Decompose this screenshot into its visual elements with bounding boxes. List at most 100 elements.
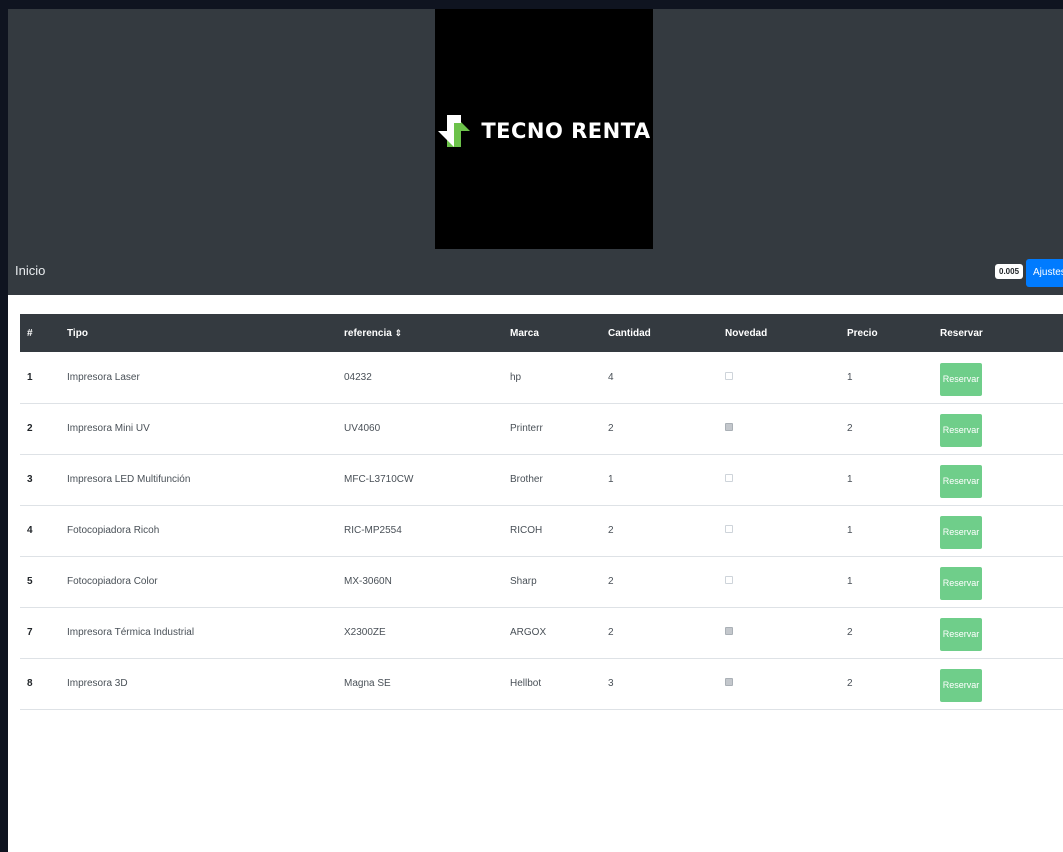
novedad-checkbox	[725, 371, 733, 380]
column-header-reservar: Reservar	[933, 314, 1063, 352]
table-row: 2 Impresora Mini UV UV4060 Printerr 2 2 Reserv…	[20, 403, 1063, 455]
cell-cantidad: 3	[601, 658, 718, 710]
cell-index: 4	[20, 505, 60, 557]
cell-marca: Sharp	[503, 556, 601, 608]
cell-cantidad: 2	[601, 556, 718, 608]
novedad-checkbox	[725, 474, 733, 482]
column-header-tipo: Tipo	[60, 314, 337, 352]
cell-novedad	[718, 556, 840, 608]
cell-tipo: Impresora 3D	[60, 658, 337, 710]
table-row: 7 Impresora Térmica Industrial X2300ZE ARGO…	[20, 607, 1063, 659]
table-row: 8 Impresora 3D Magna SE Hellbot 3 2 Reservar	[20, 658, 1063, 710]
app-frame: TECNO RENTA Inicio 0.005 Ajustes ▾ # Tip…	[8, 9, 1063, 852]
cell-marca: Hellbot	[503, 658, 601, 710]
cell-cantidad: 2	[601, 607, 718, 659]
products-table: # Tipo referencia ⇕ Marca Cantidad Noved…	[20, 314, 1063, 710]
cell-tipo: Fotocopiadora Ricoh	[60, 505, 337, 557]
cell-referencia: RIC-MP2554	[337, 505, 503, 557]
cell-reservar: Reservar	[933, 658, 1063, 710]
column-header-referencia-label: referencia	[344, 327, 392, 339]
reserve-button[interactable]: Reservar	[940, 465, 982, 498]
cell-precio: 1	[840, 352, 933, 404]
cell-tipo: Impresora Mini UV	[60, 403, 337, 455]
reserve-button[interactable]: Reservar	[940, 362, 982, 396]
cell-index: 5	[20, 556, 60, 608]
cell-precio: 2	[840, 403, 933, 455]
cell-reservar: Reservar	[933, 505, 1063, 557]
cell-cantidad: 4	[601, 352, 718, 404]
tecno-renta-arrows-icon	[438, 115, 471, 147]
table-row: 4 Fotocopiadora Ricoh RIC-MP2554 RICOH 2 1 Res…	[20, 505, 1063, 557]
cell-marca: hp	[503, 352, 601, 404]
table-row: 5 Fotocopiadora Color MX-3060N Sharp 2 1 Reser…	[20, 556, 1063, 608]
cell-novedad	[718, 403, 840, 455]
column-header-referencia[interactable]: referencia ⇕	[337, 314, 503, 352]
cell-novedad	[718, 454, 840, 506]
column-header-novedad: Novedad	[718, 314, 840, 352]
cell-tipo: Impresora Laser	[60, 352, 337, 404]
cell-reservar: Reservar	[933, 403, 1063, 455]
table-header-row: # Tipo referencia ⇕ Marca Cantidad Noved…	[20, 314, 1063, 352]
table-row: 1 Impresora Laser 04232 hp 4 1 Reservar	[20, 352, 1063, 404]
settings-dropdown-button[interactable]: Ajustes ▾	[1026, 259, 1063, 287]
cell-index: 2	[20, 403, 60, 455]
sort-icon[interactable]: ⇕	[395, 328, 403, 338]
cell-marca: RICOH	[503, 505, 601, 557]
cell-tipo: Impresora Térmica Industrial	[60, 607, 337, 659]
cell-novedad	[718, 658, 840, 710]
cell-referencia: 04232	[337, 352, 503, 404]
cell-reservar: Reservar	[933, 352, 1063, 404]
cell-reservar: Reservar	[933, 607, 1063, 659]
cell-precio: 1	[840, 454, 933, 506]
cell-referencia: Magna SE	[337, 658, 503, 710]
cell-index: 8	[20, 658, 60, 710]
cell-novedad	[718, 505, 840, 557]
cell-reservar: Reservar	[933, 556, 1063, 608]
brand-name: TECNO RENTA	[481, 119, 651, 143]
cell-reservar: Reservar	[933, 454, 1063, 506]
cell-novedad	[718, 607, 840, 659]
brand-logo[interactable]: TECNO RENTA	[435, 9, 653, 249]
cell-referencia: X2300ZE	[337, 607, 503, 659]
novedad-checkbox	[725, 678, 733, 686]
cell-index: 7	[20, 607, 60, 659]
novedad-checkbox	[725, 525, 733, 533]
cell-index: 3	[20, 454, 60, 506]
cell-referencia: UV4060	[337, 403, 503, 455]
novedad-checkbox	[725, 576, 733, 584]
settings-label: Ajustes	[1033, 267, 1063, 278]
column-header-marca: Marca	[503, 314, 601, 352]
reserve-button[interactable]: Reservar	[940, 516, 982, 549]
cell-precio: 1	[840, 556, 933, 608]
version-badge: 0.005	[995, 264, 1024, 279]
header: TECNO RENTA Inicio 0.005 Ajustes ▾	[8, 9, 1063, 295]
cell-marca: Printerr	[503, 403, 601, 455]
cell-precio: 2	[840, 607, 933, 659]
cell-cantidad: 2	[601, 505, 718, 557]
cell-precio: 2	[840, 658, 933, 710]
cell-cantidad: 2	[601, 403, 718, 455]
cell-tipo: Fotocopiadora Color	[60, 556, 337, 608]
products-table-body: 1 Impresora Laser 04232 hp 4 1 Reservar 2 Impres…	[20, 352, 1063, 710]
brand-logo-content: TECNO RENTA	[437, 114, 650, 148]
column-header-index: #	[20, 314, 60, 352]
reserve-button[interactable]: Reservar	[940, 414, 982, 447]
cell-novedad	[718, 352, 840, 404]
reserve-button[interactable]: Reservar	[940, 567, 982, 600]
column-header-precio: Precio	[840, 314, 933, 352]
table-row: 3 Impresora LED Multifunción MFC-L3710CW Br…	[20, 454, 1063, 506]
cell-cantidad: 1	[601, 454, 718, 506]
column-header-cantidad: Cantidad	[601, 314, 718, 352]
cell-referencia: MFC-L3710CW	[337, 454, 503, 506]
reserve-button[interactable]: Reservar	[940, 669, 982, 702]
cell-index: 1	[20, 352, 60, 404]
reserve-button[interactable]: Reservar	[940, 618, 982, 651]
cell-marca: ARGOX	[503, 607, 601, 659]
cell-marca: Brother	[503, 454, 601, 506]
novedad-checkbox	[725, 627, 733, 635]
nav-home-link[interactable]: Inicio	[15, 263, 45, 278]
novedad-checkbox	[725, 423, 733, 431]
cell-referencia: MX-3060N	[337, 556, 503, 608]
cell-precio: 1	[840, 505, 933, 557]
cell-tipo: Impresora LED Multifunción	[60, 454, 337, 506]
